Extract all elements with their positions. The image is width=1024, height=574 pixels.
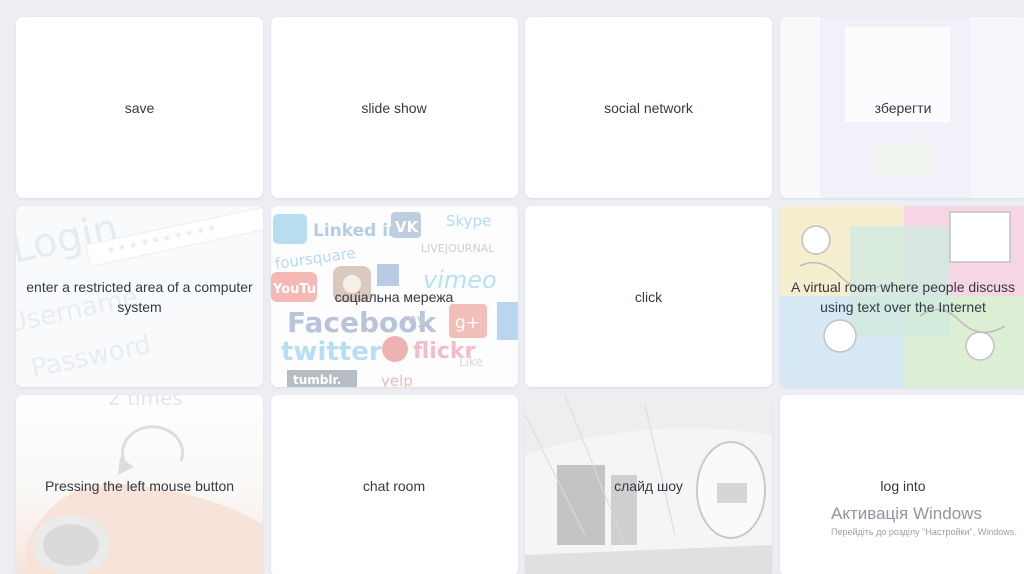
card-social-network[interactable]: social network [525,17,772,198]
card-label: social network [604,99,693,116]
card-log-into[interactable]: log into [779,395,1024,574]
card-label: chat room [362,477,426,494]
card-label: slide show [361,99,427,116]
card-label: save [124,99,155,116]
matching-board: save slide show social network зберегти … [0,0,1024,574]
card-sotsialna-merezha[interactable]: Linked in VK Skype foursquare LIVEJOURNA… [270,206,518,387]
card-label: зберегти [874,99,932,116]
card-label: click [634,288,663,305]
card-label: A virtual room where people discuss usin… [790,278,1016,315]
card-label: enter a restricted area of a computer sy… [26,278,253,315]
card-zberehty[interactable]: зберегти [779,17,1024,198]
card-slide-show[interactable]: slide show [270,17,518,198]
card-virtual-room-definition[interactable]: A virtual room where people discuss usin… [779,206,1024,387]
card-grid: save slide show social network зберегти … [16,17,1024,574]
card-label: Pressing the left mouse button [44,477,235,494]
card-click[interactable]: click [525,206,772,387]
card-label: соціальна мережа [334,288,454,305]
card-label: слайд шоу [614,477,683,494]
card-enter-restricted-area[interactable]: Login * * * * * * * * * * Username Passw… [16,206,263,387]
card-label: log into [880,477,926,494]
card-slaid-shou[interactable]: слайд шоу [525,395,772,574]
card-pressing-left-mouse-button[interactable]: 2 times Pressing the left mouse button [16,395,263,574]
card-save[interactable]: save [16,17,263,198]
card-chat-room[interactable]: chat room [270,395,518,574]
